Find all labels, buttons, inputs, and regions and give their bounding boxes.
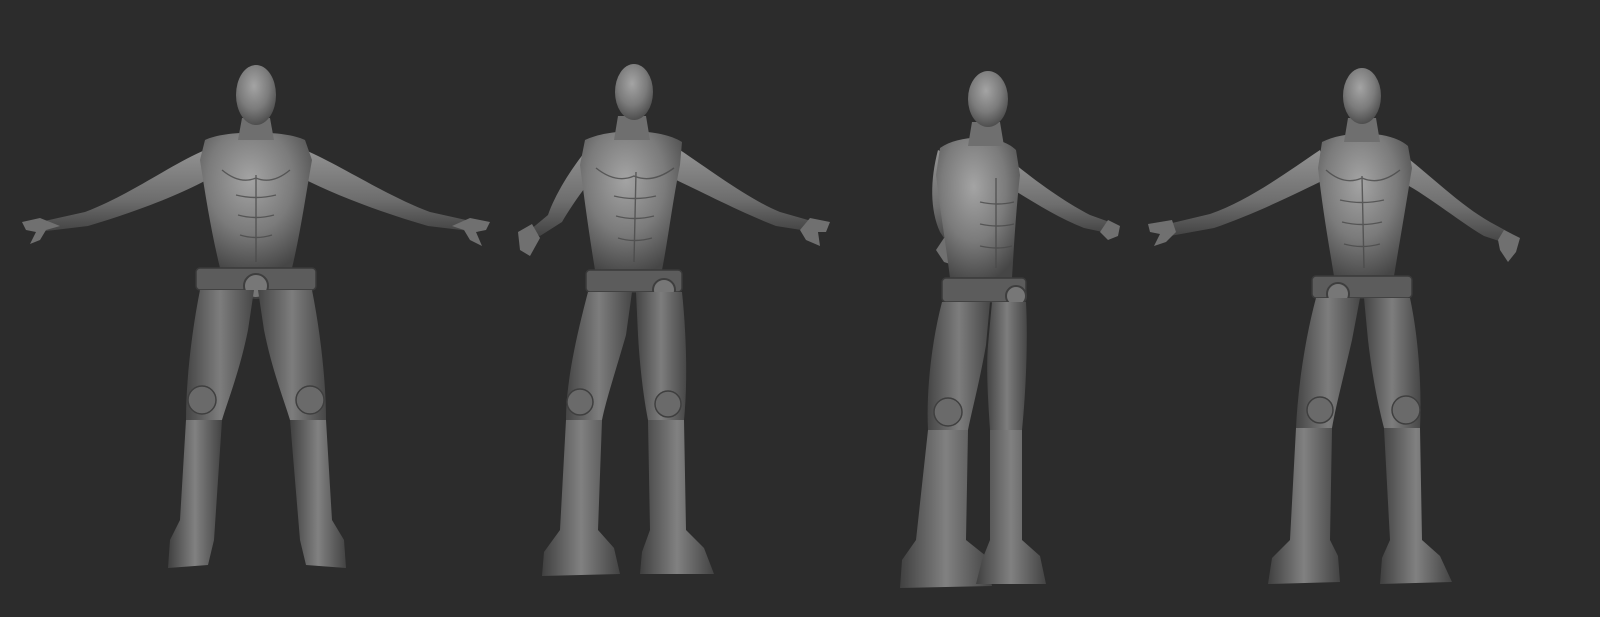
right-arm [302,150,478,232]
left-boot [1268,428,1340,584]
right-boot [976,430,1046,584]
pants-right-leg [987,302,1027,430]
figure-front-view [22,65,490,568]
sculpt-viewport [0,0,1600,617]
left-boot [900,430,992,588]
head [615,64,653,120]
torso [580,131,682,270]
left-boot [168,420,222,568]
left-arm [38,150,210,232]
right-boot [290,420,346,568]
head [968,71,1008,127]
right-arm [672,150,815,232]
figure-three-quarter-right-view [518,64,830,576]
head [236,65,276,125]
figure-three-quarter-left-view [1148,68,1520,584]
right-boot [1380,428,1452,584]
torso [936,137,1020,278]
right-arm [1394,152,1512,244]
right-arm [1004,160,1115,234]
left-arm [1168,150,1328,236]
left-boot [542,420,620,576]
right-boot [640,420,714,574]
head [1343,68,1381,124]
right-hand [1498,230,1520,262]
figure-side-right-view [900,71,1120,588]
turnaround-canvas [22,64,1520,588]
torso [1318,133,1412,276]
left-hand [1148,220,1176,246]
